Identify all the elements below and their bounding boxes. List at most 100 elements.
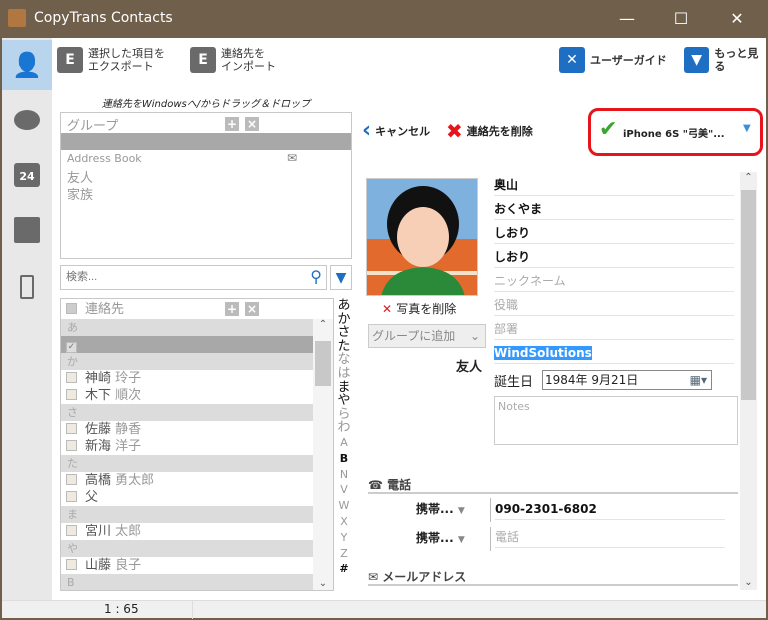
list-item[interactable]: 佐藤 静香: [61, 421, 313, 438]
add-to-group-dropdown[interactable]: グループに追加 ⌄: [368, 324, 486, 348]
scroll-down-icon[interactable]: ⌄: [313, 578, 333, 589]
list-item[interactable]: 神崎 玲子: [61, 370, 313, 387]
calendar-dropdown-icon[interactable]: ▦▾: [690, 371, 707, 389]
alpha-index-item[interactable]: た: [336, 340, 352, 353]
contact-field[interactable]: 役職: [494, 294, 734, 316]
scroll-thumb[interactable]: [741, 190, 756, 400]
contact-photo[interactable]: [366, 178, 478, 296]
contact-checkbox[interactable]: [66, 440, 77, 451]
alpha-index-item[interactable]: な: [336, 353, 352, 366]
contact-checkbox[interactable]: [66, 389, 77, 400]
notes-field[interactable]: Notes: [494, 396, 738, 445]
export-button[interactable]: E 選択した項目を エクスポート: [57, 47, 165, 73]
dropdown-arrow-icon: ▼: [743, 123, 751, 134]
search-box[interactable]: ⚲: [60, 265, 327, 290]
birthday-field[interactable]: 1984年 9月21日 ▦▾: [542, 370, 712, 390]
list-item[interactable]: 新海 洋子: [61, 438, 313, 455]
alpha-index-item[interactable]: #: [336, 562, 352, 575]
more-button[interactable]: ▼ もっと見る: [684, 47, 768, 73]
alpha-index-item[interactable]: ま: [336, 380, 352, 394]
group-row-selected[interactable]: [61, 133, 351, 150]
alpha-index-item[interactable]: A: [336, 436, 352, 449]
contact-field[interactable]: しおり: [494, 246, 734, 268]
alpha-index-item[interactable]: V: [336, 483, 352, 496]
alpha-index-item[interactable]: さ: [336, 326, 352, 339]
list-item[interactable]: 父: [61, 489, 313, 506]
scroll-up-icon[interactable]: ⌃: [313, 319, 333, 330]
scroll-up-icon[interactable]: ⌃: [740, 172, 757, 183]
delete-contact-detail-button[interactable]: ✖ 連絡先を削除: [446, 121, 533, 141]
sidebar-item-messages[interactable]: [2, 95, 52, 145]
contact-last-name: 神崎: [85, 371, 112, 386]
contacts-scrollbar[interactable]: ⌃ ⌄: [313, 319, 333, 590]
list-item[interactable]: 山藤 良子: [61, 557, 313, 574]
close-button[interactable]: ✕: [722, 6, 752, 32]
mail-icon: ✉: [368, 570, 379, 584]
cancel-button[interactable]: ‹ キャンセル: [362, 120, 431, 142]
scroll-down-icon[interactable]: ⌄: [740, 577, 757, 588]
group-item[interactable]: 家族: [67, 184, 93, 203]
user-guide-button[interactable]: ✕ ユーザーガイド: [559, 47, 667, 73]
contact-field[interactable]: 部署: [494, 318, 734, 340]
sidebar-item-notes[interactable]: [2, 205, 52, 255]
scroll-thumb[interactable]: [315, 341, 331, 386]
alpha-index-item[interactable]: X: [336, 515, 352, 528]
select-all-checkbox[interactable]: [66, 303, 77, 314]
contact-checkbox[interactable]: [66, 559, 77, 570]
phone-field[interactable]: 電話: [495, 526, 725, 548]
alpha-index-item[interactable]: W: [336, 499, 352, 512]
alpha-index-item[interactable]: か: [336, 312, 352, 326]
contact-field[interactable]: ニックネーム: [494, 270, 734, 292]
contact-first-name: 太郎: [115, 524, 142, 539]
phone-type-dropdown[interactable]: 携帯... ▼: [416, 529, 465, 546]
alpha-index-item[interactable]: あ: [336, 299, 352, 312]
contact-checkbox[interactable]: ✓: [66, 342, 77, 353]
maximize-button[interactable]: ☐: [666, 6, 696, 32]
add-group-button[interactable]: +: [225, 117, 239, 131]
sidebar-item-device[interactable]: [2, 262, 52, 312]
import-button[interactable]: E 連絡先を インポート: [190, 47, 276, 73]
alpha-index-item[interactable]: は: [336, 367, 352, 380]
minimize-button[interactable]: —: [612, 6, 642, 32]
list-item[interactable]: 木下 順次: [61, 387, 313, 404]
alpha-index-item[interactable]: B: [336, 452, 352, 465]
import-icon: E: [190, 47, 216, 73]
contact-checkbox[interactable]: [66, 372, 77, 383]
birthday-label: 誕生日: [494, 375, 534, 390]
contact-checkbox[interactable]: [66, 491, 77, 502]
group-item[interactable]: Address Book: [67, 152, 142, 165]
contact-field[interactable]: おくやま: [494, 198, 734, 220]
alpha-index-item[interactable]: Z: [336, 547, 352, 560]
alpha-index-item[interactable]: や: [336, 394, 352, 407]
add-contact-button[interactable]: +: [225, 302, 239, 316]
delete-contact-button[interactable]: ×: [245, 302, 259, 316]
cancel-label: キャンセル: [375, 125, 431, 138]
contact-field[interactable]: WindSolutions: [494, 342, 734, 364]
delete-group-button[interactable]: ×: [245, 117, 259, 131]
list-item[interactable]: ✓: [61, 336, 313, 353]
phone-field[interactable]: 090-2301-6802: [495, 498, 725, 520]
search-input[interactable]: [61, 266, 296, 288]
device-selector[interactable]: ✔ iPhone 6S "弓美"... ▼: [588, 108, 763, 156]
contact-checkbox[interactable]: [66, 474, 77, 485]
contact-checkbox[interactable]: [66, 423, 77, 434]
remove-photo-button[interactable]: ✕ 写真を削除: [382, 300, 456, 317]
contacts-header-label: 連絡先: [85, 302, 125, 317]
search-icon[interactable]: ⚲: [310, 267, 322, 286]
sidebar-item-contacts[interactable]: 👤: [2, 40, 52, 90]
alpha-index-item[interactable]: わ: [336, 421, 352, 434]
alpha-index-item[interactable]: N: [336, 468, 352, 481]
alpha-index-item[interactable]: ら: [336, 408, 352, 421]
contact-field[interactable]: しおり: [494, 222, 734, 244]
contact-checkbox[interactable]: [66, 525, 77, 536]
detail-scrollbar[interactable]: ⌃ ⌄: [740, 172, 757, 590]
list-item[interactable]: 宮川 太郎: [61, 523, 313, 540]
list-item[interactable]: 高橋 勇太郎: [61, 472, 313, 489]
contact-first-name: 洋子: [115, 439, 142, 454]
phone-type-dropdown[interactable]: 携帯... ▼: [416, 500, 465, 517]
filter-button[interactable]: ▼: [330, 265, 352, 290]
alpha-index-item[interactable]: Y: [336, 531, 352, 544]
sidebar-item-calendar[interactable]: 24: [2, 150, 52, 200]
contact-field[interactable]: 奥山: [494, 174, 734, 196]
contact-last-name: 父: [85, 490, 99, 505]
